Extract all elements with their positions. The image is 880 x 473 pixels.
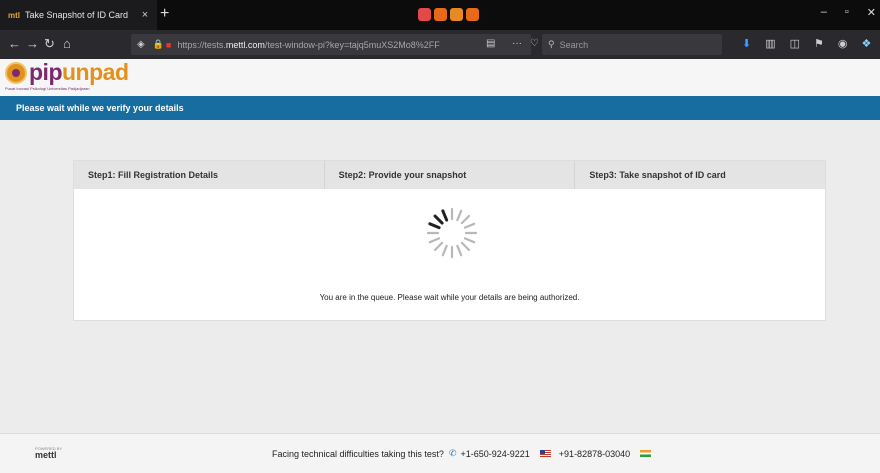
logo-emblem-icon bbox=[5, 62, 27, 84]
forward-icon[interactable]: → bbox=[26, 36, 39, 52]
addon-icon[interactable]: ❖ bbox=[862, 37, 872, 50]
web-page: pipunpad Pusat Inovasi Psikologi Univers… bbox=[0, 59, 880, 473]
browser-tab-active[interactable]: mtl Take Snapshot of ID Card × bbox=[0, 0, 157, 30]
home-icon[interactable]: ⌂ bbox=[63, 36, 71, 52]
search-input[interactable]: ⚲ Search bbox=[542, 34, 722, 55]
downloads-icon[interactable]: ⬇ bbox=[742, 37, 751, 50]
tab-strip-indicators bbox=[418, 8, 479, 21]
pocket-icon[interactable]: ♡ bbox=[530, 38, 539, 49]
minimize-icon[interactable]: – bbox=[821, 6, 827, 19]
logo-wordmark: pipunpad bbox=[29, 59, 129, 85]
microphone-indicator-icon[interactable] bbox=[450, 8, 463, 21]
new-tab-button[interactable]: + bbox=[160, 5, 169, 23]
reader-icon[interactable]: ▤ bbox=[486, 38, 495, 49]
logo-subtitle: Pusat Inovasi Psikologi Universitas Padj… bbox=[5, 86, 90, 91]
back-icon[interactable]: ← bbox=[8, 36, 21, 52]
screen-share-indicator-icon[interactable] bbox=[466, 8, 479, 21]
mettl-favicon-icon: mtl bbox=[8, 10, 20, 20]
step-header: Step1: Fill Registration Details Step2: … bbox=[74, 161, 825, 189]
window-controls: – ▫ ✕ bbox=[821, 6, 876, 19]
search-icon: ⚲ bbox=[548, 39, 555, 49]
toolbar-right-icons: ⬇ ▥ ◫ ⚑ ◉ ❖ ≡ bbox=[742, 37, 880, 50]
reload-icon[interactable]: ↻ bbox=[44, 36, 55, 52]
queue-message: You are in the queue. Please wait while … bbox=[319, 293, 580, 302]
sidebar-icon[interactable]: ◫ bbox=[790, 37, 800, 50]
step-3: Step3: Take snapshot of ID card bbox=[589, 170, 726, 180]
account-icon[interactable]: ◉ bbox=[838, 37, 848, 50]
camera-icon[interactable]: ■ bbox=[166, 40, 171, 50]
url-path: /test-window-pi?key=tajq5muXS2Mo8%2FF bbox=[264, 39, 440, 50]
phone-in[interactable]: +91-82878-03040 bbox=[559, 449, 630, 459]
status-banner: Please wait while we verify your details bbox=[0, 96, 880, 120]
footer: POWERED BY mettl Facing technical diffic… bbox=[0, 433, 880, 473]
phone-us[interactable]: +1-650-924-9221 bbox=[460, 449, 529, 459]
more-icon[interactable]: ··· bbox=[512, 38, 522, 49]
url-actions: ▤ bbox=[486, 38, 495, 49]
library-icon[interactable]: ▥ bbox=[765, 37, 775, 50]
india-flag-icon bbox=[640, 450, 652, 457]
shield-icon[interactable]: ◈ bbox=[137, 39, 145, 50]
browser-toolbar: ← → ↻ ⌂ ◈ 🔒 ■ https://tests. mettl.com/te… bbox=[0, 30, 880, 59]
loading-spinner-icon bbox=[426, 207, 478, 259]
url-prefix: https://tests. bbox=[177, 39, 226, 50]
step-2: Step2: Provide your snapshot bbox=[325, 161, 576, 189]
phone-icon: ✆ bbox=[448, 448, 457, 458]
lock-icon[interactable]: 🔒 bbox=[153, 39, 164, 50]
support-info: Facing technical difficulties taking thi… bbox=[272, 448, 659, 459]
camera-indicator-icon[interactable] bbox=[434, 8, 447, 21]
maximize-icon[interactable]: ▫ bbox=[845, 6, 849, 19]
main-content: Step1: Fill Registration Details Step2: … bbox=[0, 120, 880, 433]
banner-text: Please wait while we verify your details bbox=[16, 103, 184, 113]
help-text: Facing technical difficulties taking thi… bbox=[272, 448, 444, 459]
brand-header: pipunpad Pusat Inovasi Psikologi Univers… bbox=[0, 59, 880, 96]
browser-tab-strip: mtl Take Snapshot of ID Card × + – ▫ ✕ bbox=[0, 0, 880, 30]
firefox-icon bbox=[418, 8, 431, 21]
search-placeholder: Search bbox=[559, 39, 589, 50]
extension-icon[interactable]: ⚑ bbox=[814, 37, 824, 50]
pipunpad-logo: pipunpad bbox=[5, 61, 129, 84]
close-window-icon[interactable]: ✕ bbox=[867, 6, 876, 19]
url-bar[interactable]: ◈ 🔒 ■ https://tests. mettl.com/test-windo… bbox=[131, 34, 531, 55]
step-1: Step1: Fill Registration Details bbox=[74, 161, 325, 189]
us-flag-icon bbox=[539, 450, 551, 457]
tab-title: Take Snapshot of ID Card bbox=[25, 10, 129, 20]
verification-card: Step1: Fill Registration Details Step2: … bbox=[73, 160, 826, 321]
url-domain: mettl.com bbox=[225, 39, 265, 50]
tab-close-icon[interactable]: × bbox=[137, 9, 153, 21]
mettl-logo: mettl bbox=[35, 450, 57, 460]
